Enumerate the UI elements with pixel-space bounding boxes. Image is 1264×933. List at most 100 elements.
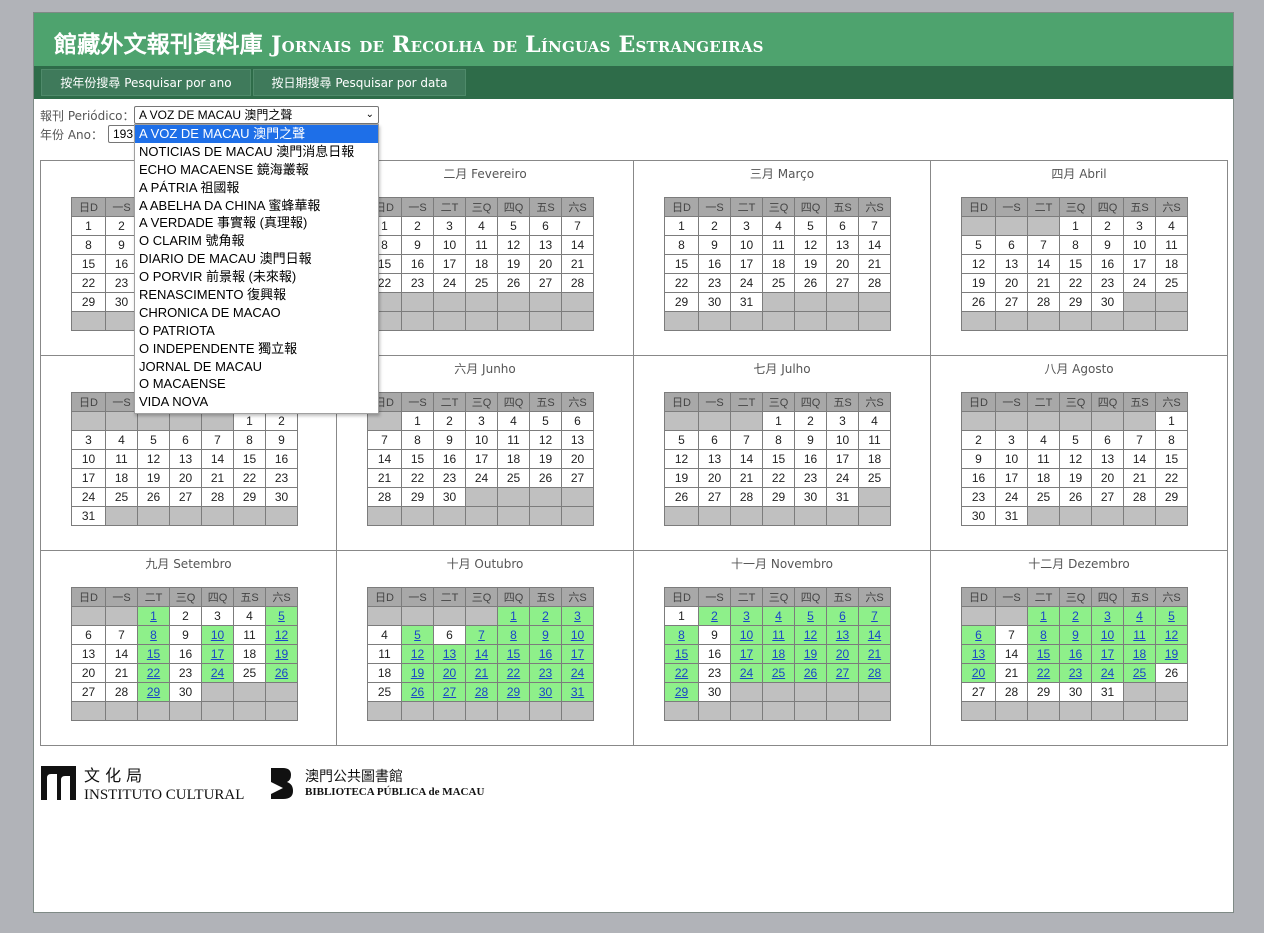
- day-link[interactable]: 6: [975, 628, 982, 642]
- day-link[interactable]: 12: [1165, 628, 1178, 642]
- day-link[interactable]: 3: [574, 609, 581, 623]
- day-link[interactable]: 17: [571, 647, 584, 661]
- day-link[interactable]: 10: [211, 628, 224, 642]
- day-link[interactable]: 3: [743, 609, 750, 623]
- dropdown-option[interactable]: A VOZ DE MACAU 澳門之聲: [135, 125, 378, 143]
- day-link[interactable]: 30: [539, 685, 552, 699]
- day-link[interactable]: 2: [1072, 609, 1079, 623]
- dropdown-option[interactable]: O PORVIR 前景報 (未來報): [135, 268, 378, 286]
- day-link[interactable]: 5: [1168, 609, 1175, 623]
- day-link[interactable]: 15: [147, 647, 160, 661]
- day-link[interactable]: 9: [542, 628, 549, 642]
- day-link[interactable]: 4: [775, 609, 782, 623]
- day-link[interactable]: 22: [147, 666, 160, 680]
- day-link[interactable]: 5: [278, 609, 285, 623]
- day-link[interactable]: 8: [678, 628, 685, 642]
- day-link[interactable]: 19: [1165, 647, 1178, 661]
- day-link[interactable]: 24: [740, 666, 753, 680]
- day-link[interactable]: 15: [1037, 647, 1050, 661]
- day-link[interactable]: 20: [443, 666, 456, 680]
- search-by-date-button[interactable]: 按日期搜尋 Pesquisar por data: [253, 69, 466, 96]
- day-link[interactable]: 9: [1072, 628, 1079, 642]
- dropdown-option[interactable]: A VERDADE 事實報 (真理報): [135, 214, 378, 232]
- dropdown-option[interactable]: O INDEPENDENTE 獨立報: [135, 340, 378, 358]
- dropdown-option[interactable]: RENASCIMENTO 復興報: [135, 286, 378, 304]
- day-link[interactable]: 18: [1133, 647, 1146, 661]
- day-link[interactable]: 13: [836, 628, 849, 642]
- day-link[interactable]: 22: [1037, 666, 1050, 680]
- day-link[interactable]: 19: [275, 647, 288, 661]
- day-link[interactable]: 2: [711, 609, 718, 623]
- day-link[interactable]: 22: [675, 666, 688, 680]
- day-link[interactable]: 14: [868, 628, 881, 642]
- day-link[interactable]: 1: [510, 609, 517, 623]
- day-link[interactable]: 1: [150, 609, 157, 623]
- day-link[interactable]: 12: [411, 647, 424, 661]
- day-link[interactable]: 7: [871, 609, 878, 623]
- day-link[interactable]: 8: [150, 628, 157, 642]
- day-link[interactable]: 29: [675, 685, 688, 699]
- day-link[interactable]: 20: [972, 666, 985, 680]
- day-link[interactable]: 28: [475, 685, 488, 699]
- day-link[interactable]: 14: [475, 647, 488, 661]
- day-link[interactable]: 29: [507, 685, 520, 699]
- day-link[interactable]: 7: [478, 628, 485, 642]
- day-link[interactable]: 8: [510, 628, 517, 642]
- day-link[interactable]: 24: [211, 666, 224, 680]
- day-link[interactable]: 11: [1133, 628, 1145, 642]
- day-link[interactable]: 26: [275, 666, 288, 680]
- day-link[interactable]: 4: [1136, 609, 1143, 623]
- day-link[interactable]: 31: [571, 685, 584, 699]
- dropdown-option[interactable]: CHRONICA DE MACAO: [135, 304, 378, 322]
- day-link[interactable]: 20: [836, 647, 849, 661]
- day-link[interactable]: 23: [1069, 666, 1082, 680]
- day-link[interactable]: 12: [804, 628, 817, 642]
- dropdown-option[interactable]: NOTICIAS DE MACAU 澳門消息日報: [135, 143, 378, 161]
- day-link[interactable]: 16: [539, 647, 552, 661]
- day-link[interactable]: 17: [1101, 647, 1114, 661]
- day-link[interactable]: 25: [1133, 666, 1146, 680]
- dropdown-option[interactable]: O CLARIM 號角報: [135, 232, 378, 250]
- day-link[interactable]: 27: [443, 685, 456, 699]
- day-link[interactable]: 26: [804, 666, 817, 680]
- day-link[interactable]: 16: [1069, 647, 1082, 661]
- dropdown-option[interactable]: A PÁTRIA 祖國報: [135, 179, 378, 197]
- dropdown-option[interactable]: O MACAENSE: [135, 375, 378, 393]
- day-link[interactable]: 17: [211, 647, 224, 661]
- day-link[interactable]: 15: [675, 647, 688, 661]
- day-link[interactable]: 21: [868, 647, 881, 661]
- day-link[interactable]: 6: [839, 609, 846, 623]
- day-link[interactable]: 24: [1101, 666, 1114, 680]
- day-link[interactable]: 1: [1040, 609, 1047, 623]
- day-link[interactable]: 28: [868, 666, 881, 680]
- dropdown-option[interactable]: A ABELHA DA CHINA 蜜蜂華報: [135, 197, 378, 215]
- search-by-year-button[interactable]: 按年份搜尋 Pesquisar por ano: [41, 69, 251, 96]
- day-link[interactable]: 10: [571, 628, 584, 642]
- day-link[interactable]: 13: [443, 647, 456, 661]
- day-link[interactable]: 10: [1101, 628, 1114, 642]
- day-link[interactable]: 10: [740, 628, 753, 642]
- day-link[interactable]: 13: [972, 647, 985, 661]
- day-link[interactable]: 18: [772, 647, 785, 661]
- day-link[interactable]: 19: [804, 647, 817, 661]
- day-link[interactable]: 29: [147, 685, 160, 699]
- periodical-select[interactable]: A VOZ DE MACAU 澳門之聲 ⌄: [134, 106, 379, 124]
- dropdown-option[interactable]: VIDA NOVA: [135, 393, 378, 411]
- day-link[interactable]: 11: [772, 628, 784, 642]
- periodical-dropdown-list[interactable]: A VOZ DE MACAU 澳門之聲 NOTICIAS DE MACAU 澳門消…: [134, 124, 379, 415]
- day-link[interactable]: 2: [542, 609, 549, 623]
- dropdown-option[interactable]: O PATRIOTA: [135, 322, 378, 340]
- day-link[interactable]: 15: [507, 647, 520, 661]
- day-link[interactable]: 17: [740, 647, 753, 661]
- day-link[interactable]: 23: [539, 666, 552, 680]
- dropdown-option[interactable]: DIARIO DE MACAU 澳門日報: [135, 250, 378, 268]
- day-link[interactable]: 25: [772, 666, 785, 680]
- dropdown-option[interactable]: JORNAL DE MACAU: [135, 358, 378, 376]
- day-link[interactable]: 12: [275, 628, 288, 642]
- day-link[interactable]: 26: [411, 685, 424, 699]
- day-link[interactable]: 27: [836, 666, 849, 680]
- day-link[interactable]: 3: [1104, 609, 1111, 623]
- day-link[interactable]: 22: [507, 666, 520, 680]
- day-link[interactable]: 8: [1040, 628, 1047, 642]
- day-link[interactable]: 21: [475, 666, 488, 680]
